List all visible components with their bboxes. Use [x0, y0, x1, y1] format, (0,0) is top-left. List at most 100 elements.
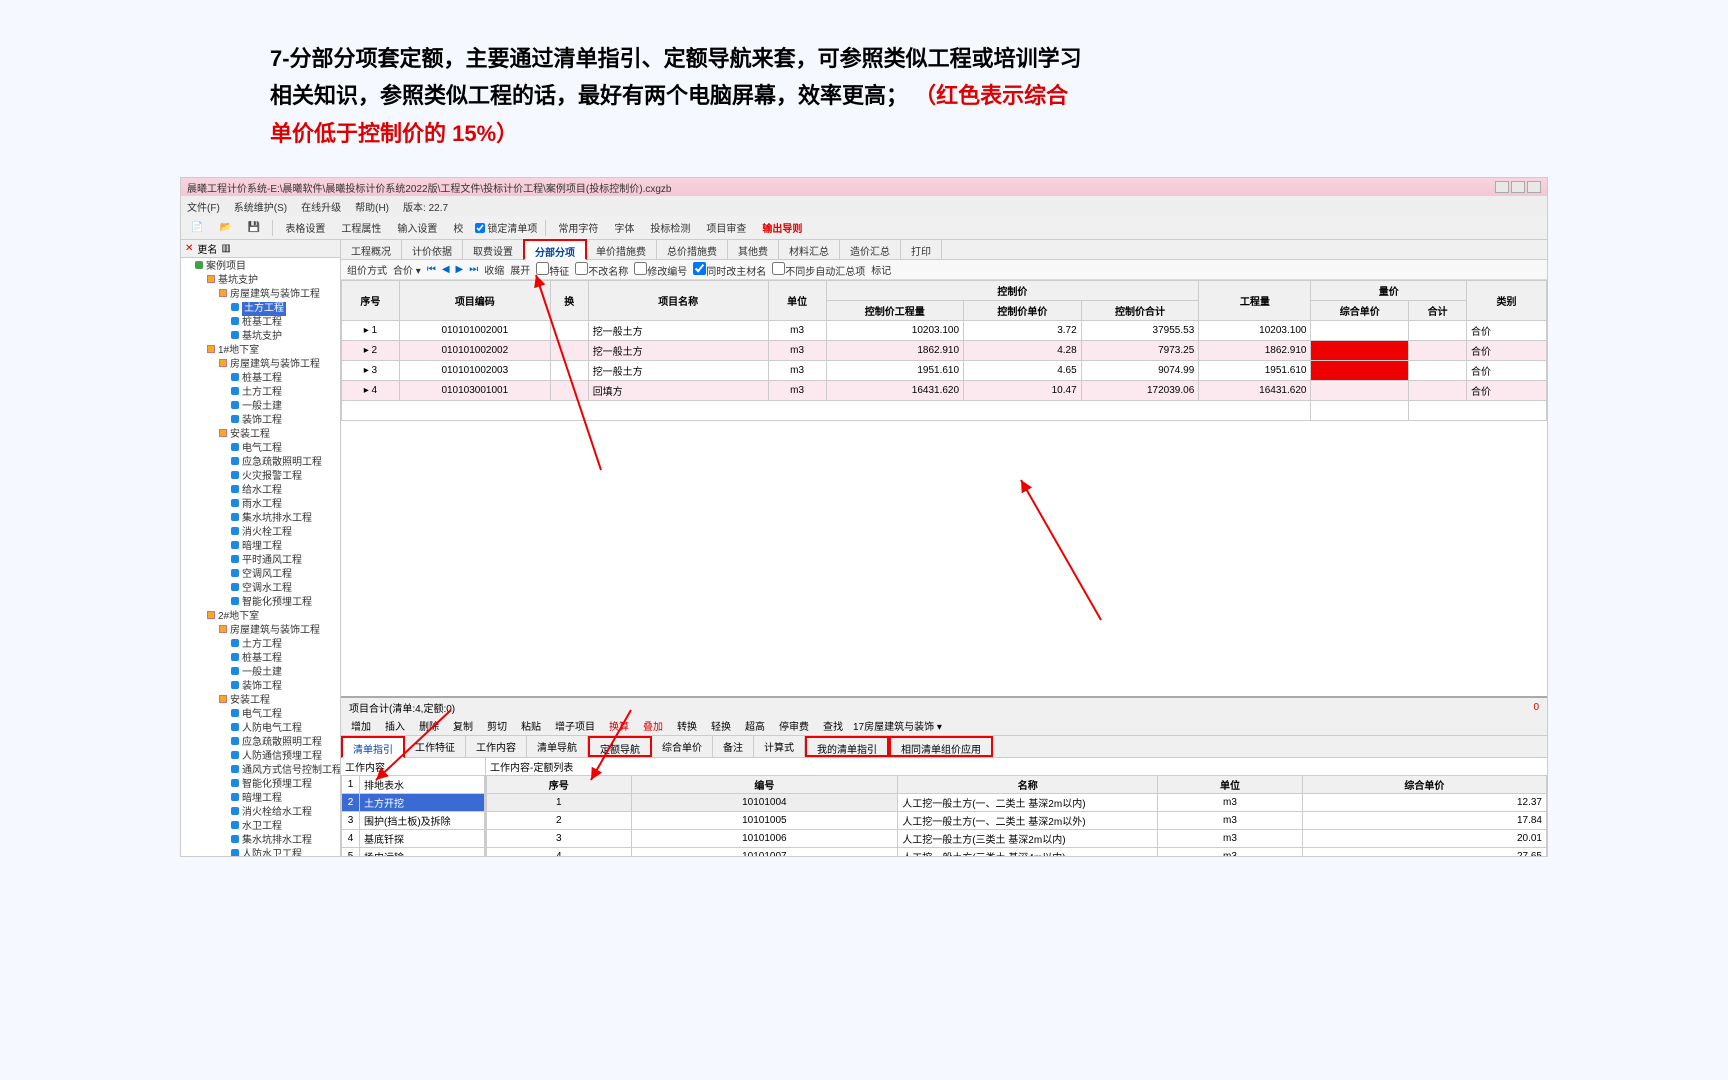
bp-tab-unit-price[interactable]: 综合单价: [652, 736, 713, 757]
bp-tab-my-guide[interactable]: 我的清单指引: [805, 736, 889, 757]
sub-sync-name-chk[interactable]: 同时改主材名: [693, 262, 766, 278]
sub-modcode-chk[interactable]: 修改编号: [634, 262, 687, 278]
toolbar-save-icon[interactable]: 💾: [244, 221, 264, 234]
bp-left-list[interactable]: 工作内容 1排地表水2土方开挖3围护(挡土板)及拆除4基底钎探5场内运输: [341, 758, 486, 856]
sidebar-tools-icon[interactable]: ▥: [221, 243, 230, 254]
tab-basis[interactable]: 计价依据: [402, 240, 463, 259]
table-row[interactable]: ▸ 2010101002002挖一般土方m31862.9104.287973.2…: [342, 341, 1547, 361]
bp-find[interactable]: 查找: [819, 717, 847, 734]
list-item[interactable]: 3围护(挡土板)及拆除: [342, 812, 485, 830]
bp-cut[interactable]: 剪切: [483, 717, 511, 734]
sub-expand[interactable]: 展开: [510, 262, 530, 277]
close-button[interactable]: [1527, 181, 1541, 193]
toolbar-new-icon[interactable]: 📄: [187, 221, 207, 234]
tb-chars[interactable]: 常用字符: [554, 219, 602, 236]
table-row[interactable]: ▸ 4010103001001回填方m316431.62010.47172039…: [342, 381, 1547, 401]
bp-add[interactable]: 增加: [347, 717, 375, 734]
app-window: 晨曦工程计价系统-E:\晨曦软件\晨曦投标计价系统2022版\工程文件\投标计价…: [180, 177, 1548, 857]
menu-system[interactable]: 系统维护(S): [234, 199, 287, 214]
main-grid[interactable]: 序号 项目编码 换 项目名称 单位 控制价 工程量 量价 类别: [341, 280, 1547, 421]
tb-bid-check[interactable]: 投标检测: [646, 219, 694, 236]
nav-first-icon[interactable]: ⏮: [427, 264, 436, 275]
tb-check[interactable]: 校: [449, 219, 467, 236]
bp-delete[interactable]: 删除: [415, 717, 443, 734]
bp-copy[interactable]: 复制: [449, 717, 477, 734]
bp-tab-formula[interactable]: 计算式: [754, 736, 805, 757]
tab-print[interactable]: 打印: [901, 240, 942, 259]
bp-light[interactable]: 轻换: [707, 717, 735, 734]
menu-help[interactable]: 帮助(H): [355, 199, 389, 214]
bp-tab-note[interactable]: 备注: [713, 736, 754, 757]
tab-cost[interactable]: 造价汇总: [840, 240, 901, 259]
tab-unit-measure[interactable]: 单价措施费: [586, 240, 657, 259]
bp-tab-list-guide[interactable]: 清单指引: [341, 736, 405, 758]
list-item[interactable]: 4基底钎探: [342, 830, 485, 848]
table-row[interactable]: 410101007人工挖一般土方(三类土 基深4m以内)m327.65: [487, 848, 1547, 857]
maximize-button[interactable]: [1511, 181, 1525, 193]
sidebar-close-icon[interactable]: ✕: [185, 243, 193, 254]
group-mode-select[interactable]: 合价 ▾: [393, 262, 421, 277]
bp-stop[interactable]: 停审费: [775, 717, 813, 734]
main-grid-area: 序号 项目编码 换 项目名称 单位 控制价 工程量 量价 类别: [341, 280, 1547, 696]
tab-items[interactable]: 分部分项: [523, 239, 587, 260]
tab-fee[interactable]: 取费设置: [463, 240, 524, 259]
main-area: 工程概况 计价依据 取费设置 分部分项 单价措施费 总价措施费 其他费 材料汇总…: [341, 240, 1547, 856]
bp-tab-same-list[interactable]: 相同清单组价应用: [889, 736, 993, 757]
tb-lock-checkbox[interactable]: 锁定清单项: [475, 220, 537, 235]
bp-overlay[interactable]: 叠加: [639, 717, 667, 734]
bp-addsub[interactable]: 增子项目: [551, 717, 599, 734]
tb-review[interactable]: 项目审查: [702, 219, 750, 236]
bp-tab-content[interactable]: 工作内容: [466, 736, 527, 757]
tab-material[interactable]: 材料汇总: [779, 240, 840, 259]
bp-tab-quota-nav[interactable]: 定额导航: [588, 736, 652, 757]
sub-mark[interactable]: 标记: [871, 262, 891, 277]
nav-prev-icon[interactable]: ◀: [442, 264, 450, 275]
bp-convert[interactable]: 换算: [605, 717, 633, 734]
table-row[interactable]: ▸ 1010101002001挖一般土方m310203.1003.7237955…: [342, 321, 1547, 341]
list-item[interactable]: 5场内运输: [342, 848, 485, 857]
tab-overview[interactable]: 工程概况: [341, 240, 402, 259]
bp-tab-feature[interactable]: 工作特征: [405, 736, 466, 757]
tb-font[interactable]: 字体: [610, 219, 638, 236]
sidebar-header: ✕ 更名 ▥: [181, 240, 340, 258]
bp-toolbar: 增加 插入 删除 复制 剪切 粘贴 增子项目 换算 叠加 转换 轻换 超高 停审…: [341, 716, 1547, 736]
nav-next-icon[interactable]: ▶: [456, 264, 464, 275]
bp-insert[interactable]: 插入: [381, 717, 409, 734]
tab-total-measure[interactable]: 总价措施费: [657, 240, 728, 259]
bp-search-select[interactable]: 17房屋建筑与装饰 ▾: [853, 718, 942, 733]
tb-proj-attr[interactable]: 工程属性: [337, 219, 385, 236]
sub-feature-chk[interactable]: 特征: [536, 262, 569, 278]
titlebar: 晨曦工程计价系统-E:\晨曦软件\晨曦投标计价系统2022版\工程文件\投标计价…: [181, 178, 1547, 196]
bp-high[interactable]: 超高: [741, 717, 769, 734]
tb-input-set[interactable]: 输入设置: [393, 219, 441, 236]
bottom-panel: 项目合计(清单:4,定额:0) 0 增加 插入 删除 复制 剪切 粘贴 增子项目…: [341, 696, 1547, 856]
minimize-button[interactable]: [1495, 181, 1509, 193]
bp-right-grid[interactable]: 工作内容-定额列表 序号 编号 名称 单位 综合单价 110101004人工挖一…: [486, 758, 1547, 856]
tab-other[interactable]: 其他费: [728, 240, 779, 259]
sub-noname-chk[interactable]: 不改名称: [575, 262, 628, 278]
nav-last-icon[interactable]: ⏭: [469, 264, 478, 275]
toolbar: 📄 📂 💾 表格设置 工程属性 输入设置 校 锁定清单项 常用字符 字体 投标检…: [181, 216, 1547, 240]
table-row[interactable]: 210101005人工挖一般土方(一、二类土 基深2m以外)m317.84: [487, 812, 1547, 830]
table-row[interactable]: 310101006人工挖一般土方(三类土 基深2m以内)m320.01: [487, 830, 1547, 848]
bp-tabs: 清单指引 工作特征 工作内容 清单导航 定额导航 综合单价 备注 计算式 我的清…: [341, 736, 1547, 758]
caption-text: 7-分部分项套定额，主要通过清单指引、定额导航来套，可参照类似工程或培训学习相关…: [270, 40, 1090, 152]
bp-tab-list-nav[interactable]: 清单导航: [527, 736, 588, 757]
main-tabs: 工程概况 计价依据 取费设置 分部分项 单价措施费 总价措施费 其他费 材料汇总…: [341, 240, 1547, 260]
bp-switch[interactable]: 转换: [673, 717, 701, 734]
sub-collapse[interactable]: 收缩: [484, 262, 504, 277]
project-tree[interactable]: 案例项目 基坑支护 房屋建筑与装饰工程 土方工程 桩基工程 基坑支护: [181, 258, 340, 856]
list-item[interactable]: 1排地表水: [342, 776, 485, 794]
menubar[interactable]: 文件(F) 系统维护(S) 在线升级 帮助(H) 版本: 22.7: [181, 196, 1547, 216]
table-row[interactable]: ▸ 3010101002003挖一般土方m31951.6104.659074.9…: [342, 361, 1547, 381]
list-item[interactable]: 2土方开挖: [342, 794, 485, 812]
toolbar-open-icon[interactable]: 📂: [215, 221, 235, 234]
menu-file[interactable]: 文件(F): [187, 199, 220, 214]
sub-nosum-chk[interactable]: 不同步自动汇总项: [772, 262, 865, 278]
tb-table-set[interactable]: 表格设置: [281, 219, 329, 236]
bp-paste[interactable]: 粘贴: [517, 717, 545, 734]
sidebar: ✕ 更名 ▥ 案例项目 基坑支护 房屋建筑与装饰工程: [181, 240, 341, 856]
menu-upgrade[interactable]: 在线升级: [301, 199, 341, 214]
tb-export[interactable]: 输出导则: [758, 219, 806, 236]
table-row[interactable]: 110101004人工挖一般土方(一、二类土 基深2m以内)m312.37: [487, 794, 1547, 812]
